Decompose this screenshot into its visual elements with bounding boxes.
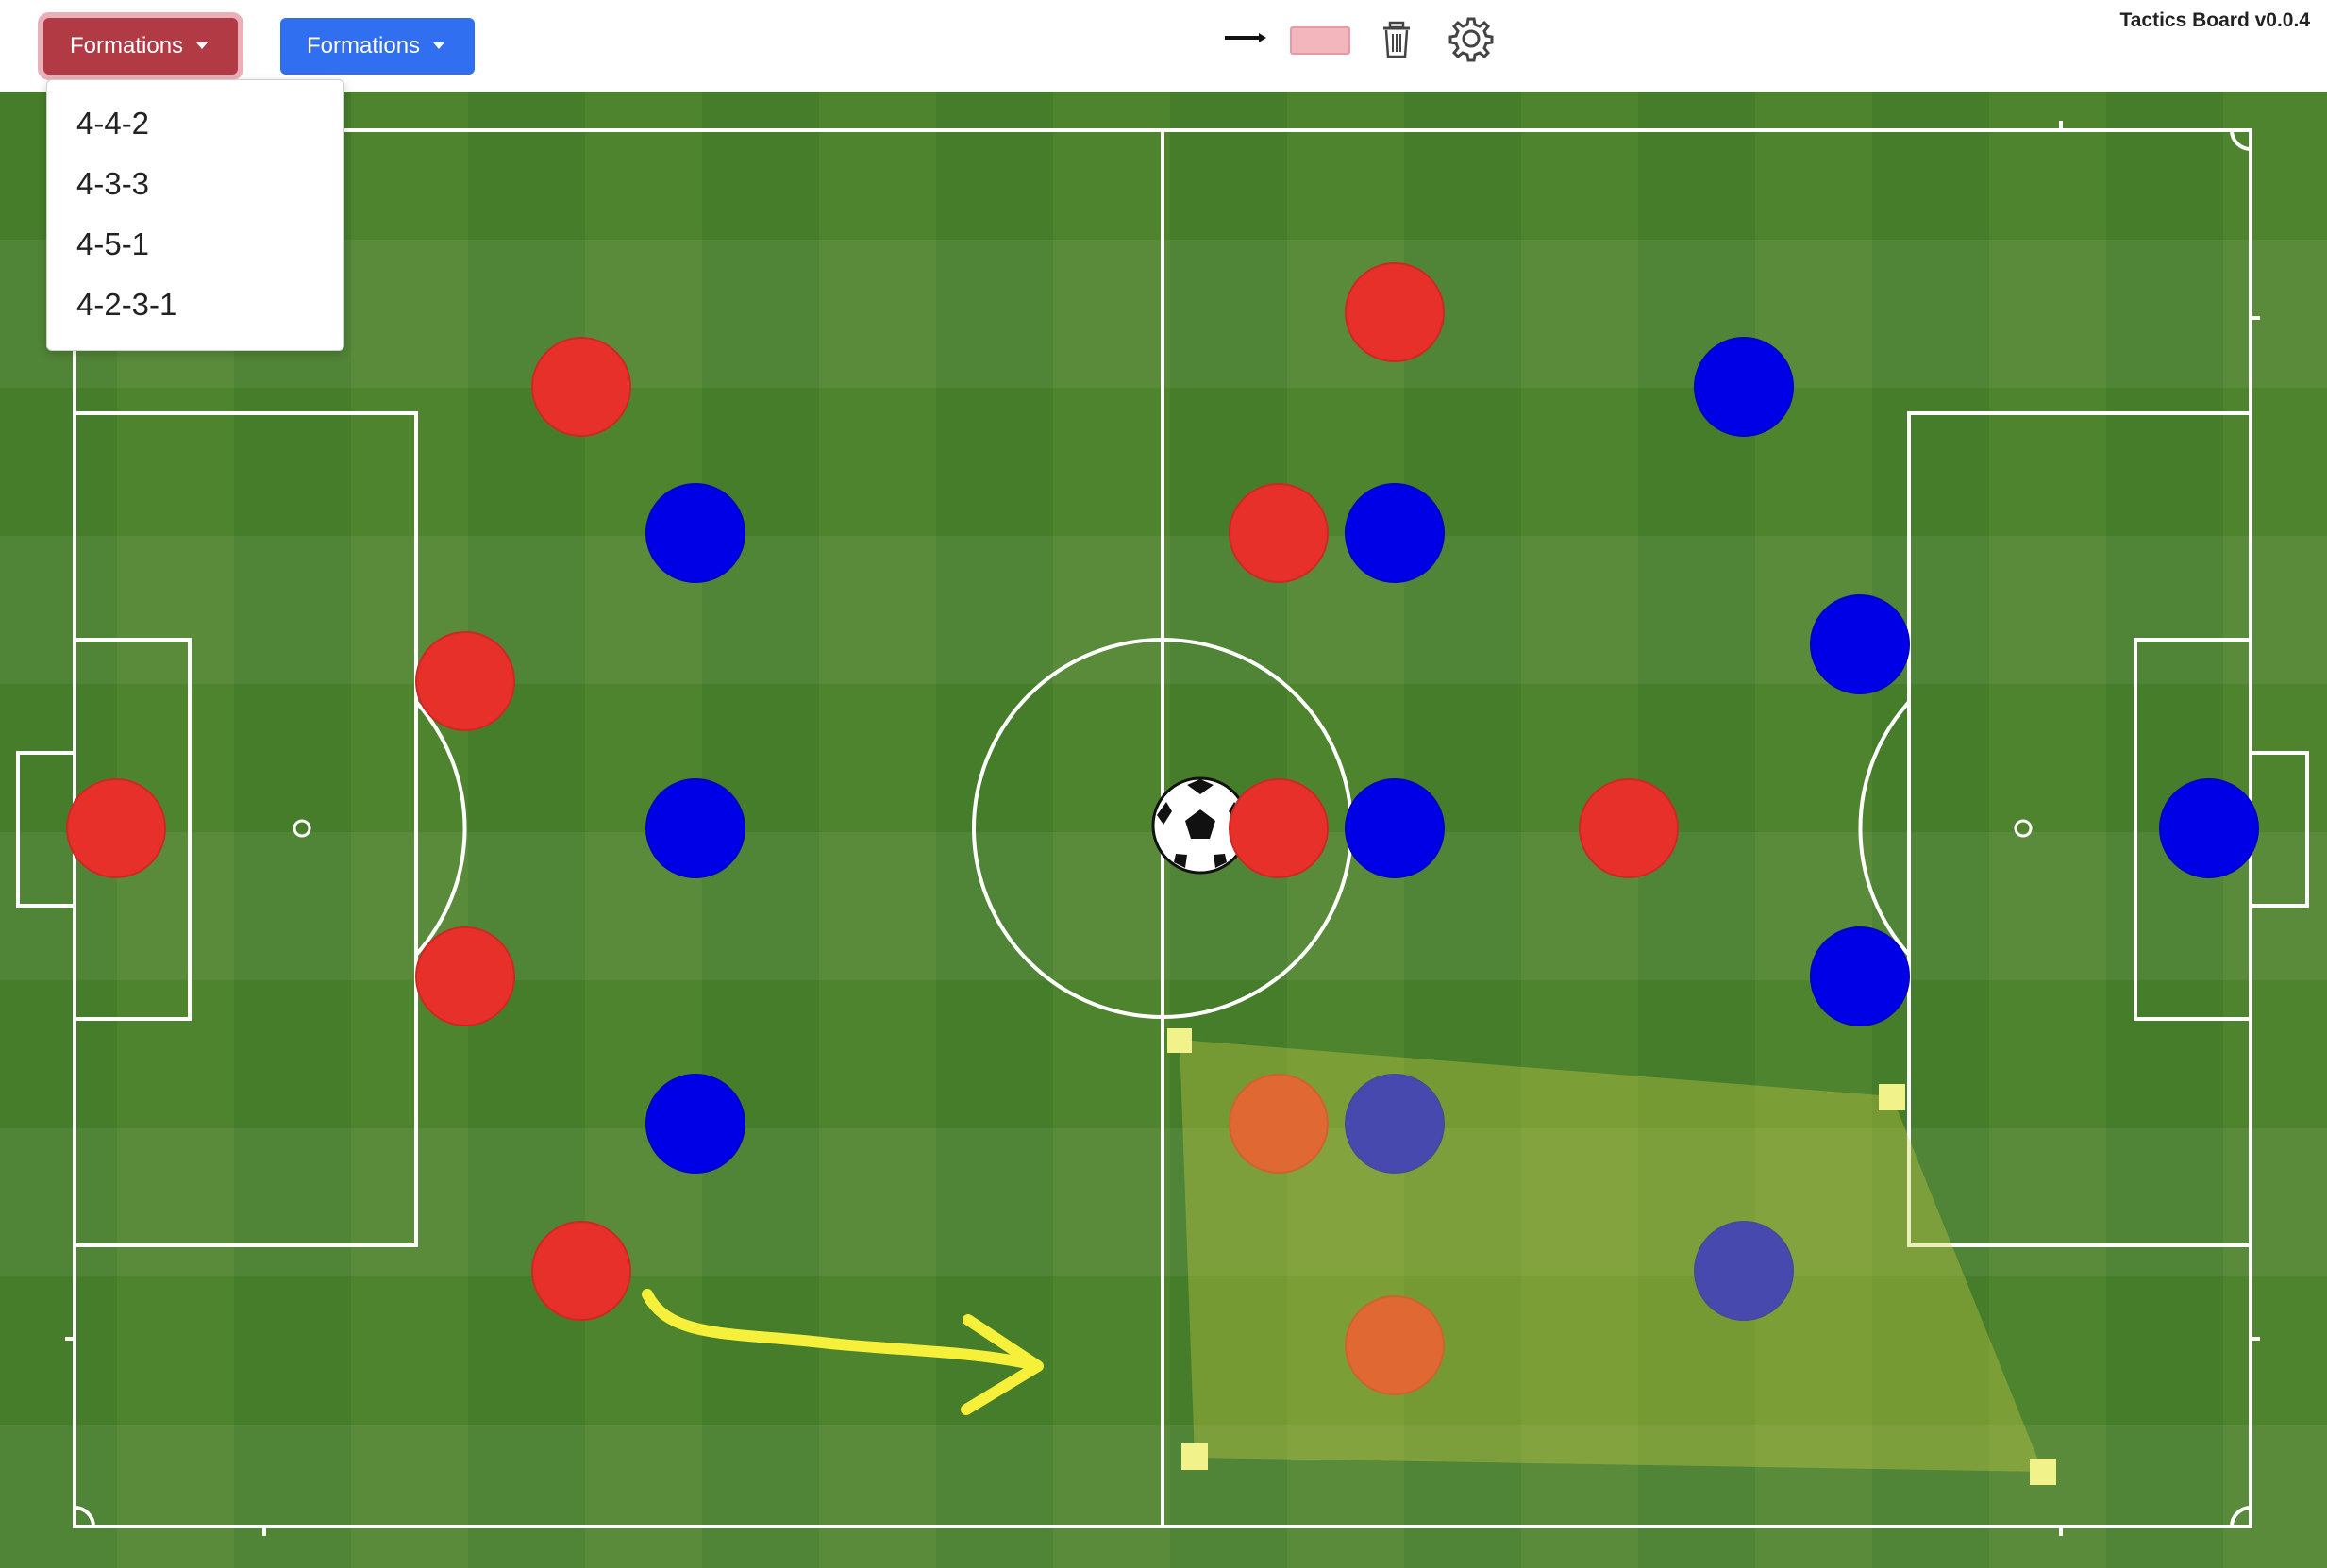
blue-player-token[interactable] [1810,594,1910,694]
blue-player-token[interactable] [2159,778,2259,878]
red-player-token[interactable] [415,631,515,731]
blue-player-token[interactable] [645,778,745,878]
zone-tool-icon[interactable] [1287,15,1353,62]
red-player-token[interactable] [531,337,631,437]
blue-player-token[interactable] [645,1074,745,1174]
app-version-label: Tactics Board v0.0.4 [2119,9,2310,31]
trash-icon[interactable] [1381,15,1413,62]
red-player-token[interactable] [1229,778,1329,878]
toolbar: Formations Formations Tactics Board v0.0… [0,0,2327,92]
blue-formations-label: Formations [307,33,421,58]
red-player-token[interactable] [415,926,515,1026]
red-player-token[interactable] [1579,778,1679,878]
red-player-token[interactable] [66,778,166,878]
red-player-token[interactable] [1229,483,1329,583]
zone-handle[interactable] [2030,1459,2056,1485]
red-formations-button[interactable]: Formations [43,18,238,75]
formation-option-4-3-3[interactable]: 4-3-3 [47,154,343,214]
blue-player-token[interactable] [1694,337,1794,437]
formation-option-4-2-3-1[interactable]: 4-2-3-1 [47,275,343,335]
formations-dropdown-menu: 4-4-2 4-3-3 4-5-1 4-2-3-1 [46,79,344,351]
arrow-tool-icon[interactable] [1221,15,1268,62]
zone-handle[interactable] [1167,1028,1192,1053]
chevron-down-icon [196,42,209,49]
formation-option-4-4-2[interactable]: 4-4-2 [47,93,343,154]
red-formations-label: Formations [70,33,184,58]
zone-handle[interactable] [1181,1443,1208,1470]
blue-player-token[interactable] [1345,483,1445,583]
formation-option-4-5-1[interactable]: 4-5-1 [47,214,343,275]
blue-player-token[interactable] [1810,926,1910,1026]
blue-player-token[interactable] [645,483,745,583]
blue-player-token[interactable] [1345,778,1445,878]
zone-handle[interactable] [1879,1084,1905,1110]
chevron-down-icon [433,42,445,49]
settings-gear-icon[interactable] [1448,15,1495,62]
pitch[interactable] [0,92,2327,1568]
red-player-token[interactable] [531,1221,631,1321]
red-player-token[interactable] [1345,262,1445,362]
blue-formations-button[interactable]: Formations [280,18,475,75]
